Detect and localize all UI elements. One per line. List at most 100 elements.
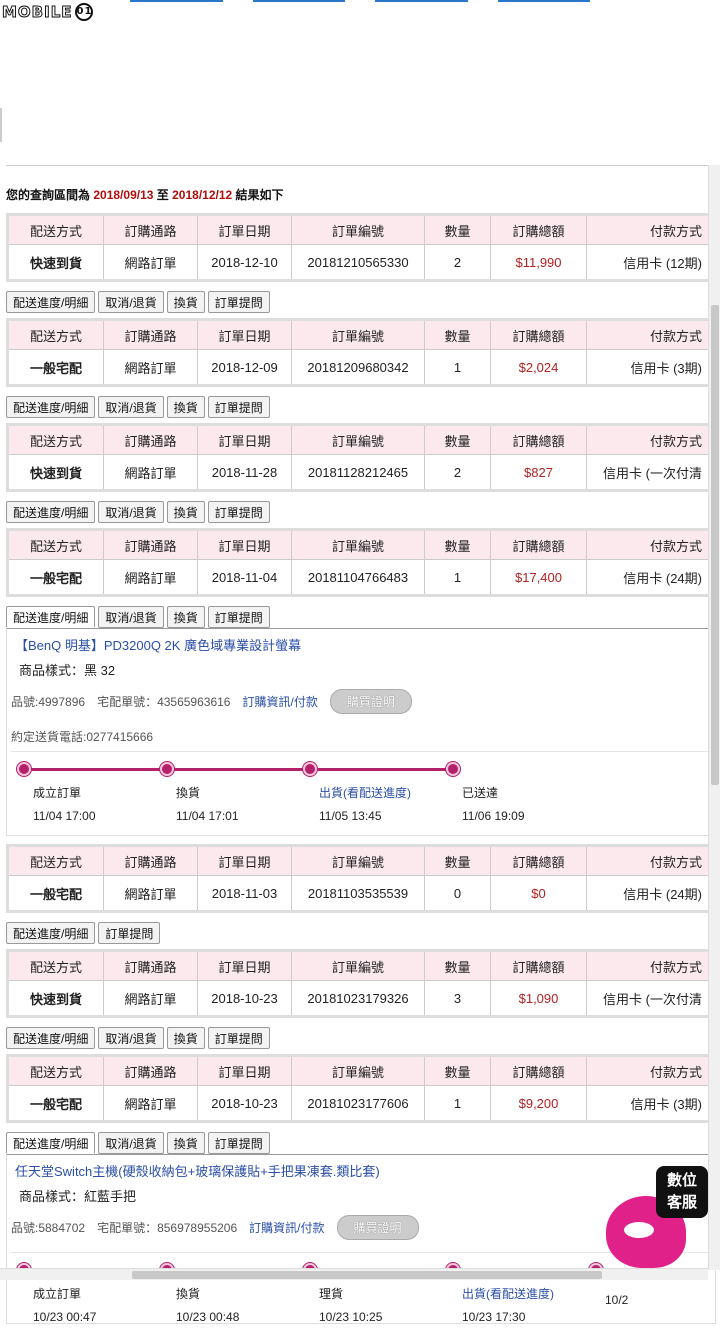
step-label: 已送達 (462, 786, 499, 800)
order-date: 2018-12-09 (197, 349, 292, 386)
order-question-button[interactable]: 訂單提問 (207, 1027, 270, 1049)
purchase-proof-button[interactable]: 購買證明 (336, 1215, 419, 1240)
table-header-row: 配送方式 訂購通路 訂單日期 訂單編號 數量 訂購總額 付款方式 (7, 845, 718, 876)
order-ship: 一般宅配 (7, 875, 104, 912)
order-no: 20181023177606 (291, 1085, 425, 1122)
exchange-button[interactable]: 換貨 (166, 606, 205, 628)
order-date: 2018-11-03 (197, 875, 292, 912)
order-question-button[interactable]: 訂單提問 (207, 291, 270, 313)
order-ship: 快速到貨 (7, 454, 104, 491)
shipping-progress-link[interactable]: 出貨(看配送進度) (462, 1285, 554, 1302)
step-time: 10/2 (605, 1293, 629, 1307)
column-header: 數量 (424, 845, 491, 876)
step-time: 10/23 10:25 (319, 1310, 383, 1324)
nav-tab-indicators (130, 0, 590, 2)
cancel-return-button[interactable]: 取消/退貨 (98, 1027, 164, 1049)
cancel-return-button[interactable]: 取消/退貨 (98, 501, 164, 523)
column-header: 訂購通路 (103, 1055, 198, 1086)
progress-dot (17, 762, 31, 776)
mobile01-logo[interactable]: MOBILE 01 (2, 2, 93, 22)
step-time: 11/05 13:45 (319, 809, 382, 823)
column-header: 訂單編號 (291, 214, 425, 245)
step-time: 11/04 17:00 (33, 809, 96, 823)
order-channel: 網路訂單 (103, 349, 198, 386)
order-date: 2018-11-28 (197, 454, 292, 491)
exchange-button[interactable]: 換貨 (166, 396, 205, 418)
progress-detail-button[interactable]: 配送進度/明細 (6, 396, 96, 418)
exchange-button[interactable]: 換貨 (166, 1132, 205, 1154)
order-qty: 1 (424, 349, 491, 386)
column-header: 訂單日期 (197, 214, 292, 245)
column-header: 訂購總額 (490, 845, 587, 876)
column-header: 訂單日期 (197, 424, 292, 455)
order-question-button[interactable]: 訂單提問 (98, 922, 161, 944)
horizontal-scrollbar[interactable] (0, 1268, 708, 1280)
progress-detail-button[interactable]: 配送進度/明細 (6, 606, 96, 628)
order-pay: 信用卡 (3期) (586, 1085, 718, 1122)
column-header: 訂單編號 (291, 424, 425, 455)
column-header: 訂購總額 (490, 950, 587, 981)
progress-step: 換貨 11/04 17:01 (176, 784, 239, 823)
progress-step: 出貨(看配送進度) 11/05 13:45 (319, 784, 411, 823)
column-header: 付款方式 (586, 214, 718, 245)
table-row: 快速到貨 網路訂單 2018-10-23 20181023179326 3 $1,090 信… (7, 980, 718, 1017)
product-style: 商品樣式：黑 32 (19, 663, 116, 678)
order-question-button[interactable]: 訂單提問 (207, 396, 270, 418)
order-channel: 網路訂單 (103, 559, 198, 596)
vertical-scrollbar[interactable] (708, 165, 720, 1270)
scrollbar-thumb[interactable] (132, 1271, 602, 1279)
order-list: 配送方式 訂購通路 訂單日期 訂單編號 數量 訂購總額 付款方式 快速到貨 網路訂單 2018-1… (6, 213, 719, 1324)
exchange-button[interactable]: 換貨 (166, 1027, 205, 1049)
order-no: 20181210565330 (291, 244, 425, 281)
column-header: 數量 (424, 319, 491, 350)
column-header: 訂單日期 (197, 529, 292, 560)
column-header: 訂單編號 (291, 845, 425, 876)
step-label: 成立訂單 (33, 786, 82, 800)
progress-dot (160, 762, 174, 776)
order-qty: 1 (424, 1085, 491, 1122)
progress-detail-button[interactable]: 配送進度/明細 (6, 1027, 96, 1049)
order-pay: 信用卡 (12期) (586, 244, 718, 281)
column-header: 配送方式 (7, 845, 104, 876)
order-table: 配送方式 訂購通路 訂單日期 訂單編號 數量 訂購總額 付款方式 一般宅配 網路訂單 2018-1… (6, 844, 719, 913)
progress-detail-button[interactable]: 配送進度/明細 (6, 501, 96, 523)
tracking-number: 宅配單號：43565963616 (97, 695, 231, 709)
product-name-link[interactable]: 【BenQ 明基】PD3200Q 2K 廣色域專業設計螢幕 (15, 635, 711, 654)
column-header: 付款方式 (586, 950, 718, 981)
table-row: 快速到貨 網路訂單 2018-12-10 20181210565330 2 $11,990… (7, 244, 718, 281)
order-channel: 網路訂單 (103, 1085, 198, 1122)
column-header: 訂購通路 (103, 950, 198, 981)
order-info-link[interactable]: 訂購資訊/付款 (249, 1219, 324, 1236)
purchase-proof-button[interactable]: 購買證明 (329, 689, 412, 714)
order-question-button[interactable]: 訂單提問 (207, 606, 270, 628)
order-info-link[interactable]: 訂購資訊/付款 (242, 693, 317, 710)
order-date: 2018-12-10 (197, 244, 292, 281)
progress-detail-button[interactable]: 配送進度/明細 (6, 922, 96, 944)
column-header: 數量 (424, 1055, 491, 1086)
order-actions: 配送進度/明細 訂單提問 (6, 921, 716, 945)
exchange-button[interactable]: 換貨 (166, 501, 205, 523)
cancel-return-button[interactable]: 取消/退貨 (98, 606, 164, 628)
cancel-return-button[interactable]: 取消/退貨 (98, 396, 164, 418)
cancel-return-button[interactable]: 取消/退貨 (98, 1132, 164, 1154)
progress-line (23, 768, 452, 771)
order-qty: 1 (424, 559, 491, 596)
column-header: 訂購通路 (103, 529, 198, 560)
step-time: 11/04 17:01 (176, 809, 239, 823)
order-question-button[interactable]: 訂單提問 (207, 501, 270, 523)
progress-step: 換貨 10/23 00:48 (176, 1285, 239, 1324)
order-channel: 網路訂單 (103, 244, 198, 281)
table-header-row: 配送方式 訂購通路 訂單日期 訂單編號 數量 訂購總額 付款方式 (7, 529, 718, 560)
order-question-button[interactable]: 訂單提問 (207, 1132, 270, 1154)
cancel-return-button[interactable]: 取消/退貨 (98, 291, 164, 313)
scrollbar-thumb[interactable] (711, 305, 719, 785)
progress-detail-button[interactable]: 配送進度/明細 (6, 291, 96, 313)
customer-service-widget[interactable]: 數位 客服 (606, 1164, 708, 1268)
column-header: 訂購通路 (103, 319, 198, 350)
exchange-button[interactable]: 換貨 (166, 291, 205, 313)
shipping-progress-link[interactable]: 出貨(看配送進度) (319, 784, 411, 801)
query-start-date: 2018/09/13 (93, 188, 154, 202)
progress-step: 理貨 10/23 10:25 (319, 1285, 382, 1324)
order-meta: 品號:4997896 宅配單號：43565963616 訂購資訊/付款 購買證明 (11, 689, 711, 714)
progress-detail-button[interactable]: 配送進度/明細 (6, 1132, 96, 1154)
